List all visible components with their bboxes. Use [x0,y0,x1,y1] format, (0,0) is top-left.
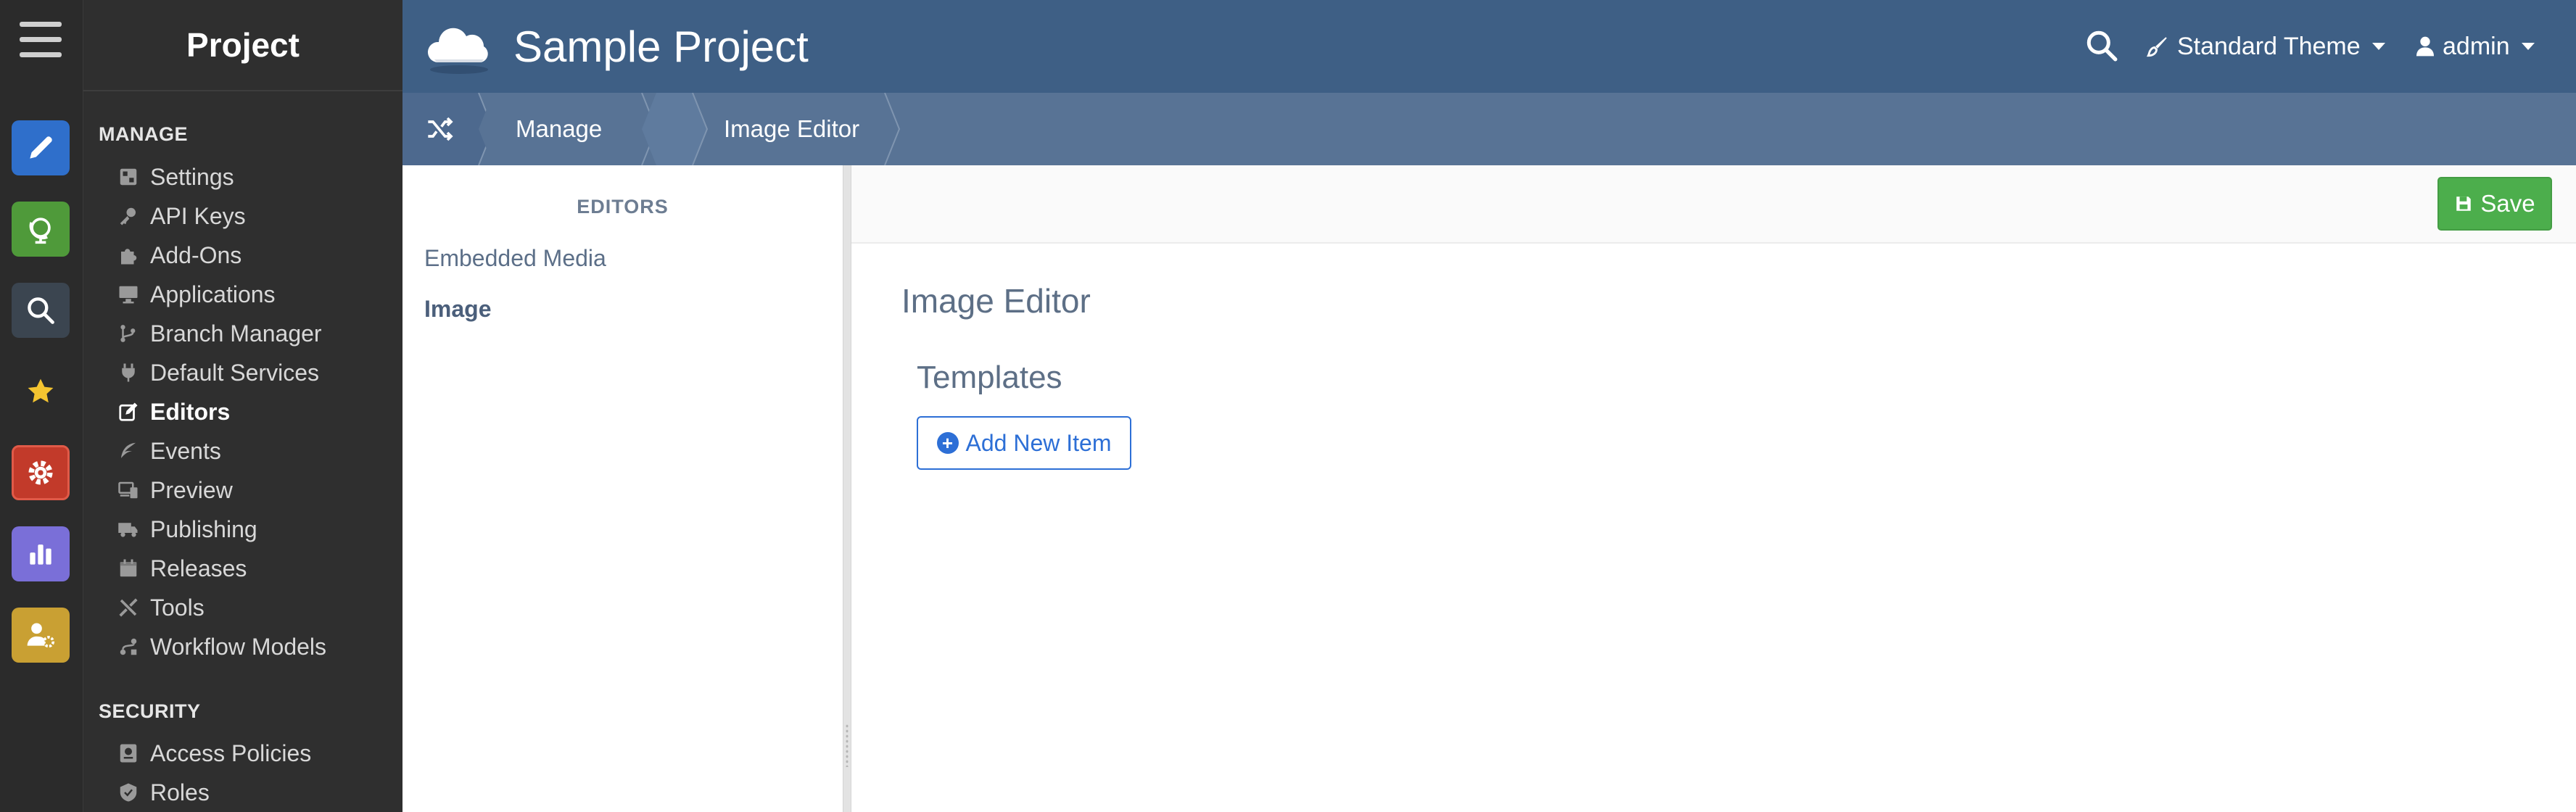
sidebar-item-label: Editors [150,398,231,425]
page-title: Image Editor [901,282,1091,320]
shuffle-icon[interactable] [426,115,455,144]
sidebar-title: Project [83,0,402,91]
section-heading-security: SECURITY [99,700,201,722]
sidebar-item-label: API Keys [150,202,246,229]
rail-editor-button[interactable] [12,120,70,175]
edit-icon [116,399,141,424]
breadcrumb-item-manage[interactable]: Manage [516,93,602,165]
app-rail [0,0,83,812]
sidebar-item-add-ons[interactable]: Add-Ons [116,236,242,275]
theme-label: Standard Theme [2177,32,2361,60]
sidebar-item-default-services[interactable]: Default Services [116,353,319,392]
section-heading-manage: MANAGE [99,123,188,145]
bar-chart-icon [30,544,51,565]
sidebar-item-api-keys[interactable]: API Keys [116,196,246,236]
save-button[interactable]: Save [2437,177,2552,231]
chevron-down-icon [2371,43,2385,50]
user-menu-dropdown[interactable]: admin [2414,0,2535,93]
sidebar-item-label: Add-Ons [150,241,242,268]
sidebar-item-label: Tools [150,594,205,621]
templates-heading: Templates [917,360,1062,395]
sidebar-item-label: Roles [150,779,210,805]
editors-heading: EDITORS [577,196,669,218]
editor-link-image[interactable]: Image [424,296,491,323]
sidebar-item-preview[interactable]: Preview [116,471,233,510]
breadcrumb: Manage Image Editor [402,93,2576,165]
user-icon [2416,36,2434,57]
main-content: Save Image Editor Templates + Add New It… [851,165,2576,812]
sidebar-item-events[interactable]: Events [116,431,221,471]
main-toolbar: Save [851,165,2576,244]
rail-settings-button[interactable] [12,445,70,500]
brush-icon [2146,37,2167,57]
sidebar-item-roles[interactable]: Roles [116,773,210,812]
truck-icon [116,517,141,542]
branch-icon [116,321,141,346]
breadcrumb-item-image-editor[interactable]: Image Editor [724,93,859,165]
calendar-icon [116,556,141,581]
editors-list-panel: EDITORS Embedded Media Image [402,165,843,812]
hamburger-menu-icon[interactable] [20,22,62,59]
save-button-label: Save [2480,190,2535,217]
user-gear-icon [27,623,55,648]
sidebar-item-label: Events [150,437,221,464]
rail-favorites-button[interactable] [12,364,70,419]
sidebar-item-releases[interactable]: Releases [116,549,247,588]
sidebar-item-label: Settings [150,163,234,190]
panel-resize-handle[interactable] [843,165,851,812]
globe-icon [29,218,51,244]
header-search-icon[interactable] [2084,28,2120,64]
grip-icon [845,724,849,767]
add-new-item-button[interactable]: + Add New Item [917,416,1131,470]
add-new-item-label: Add New Item [965,429,1112,456]
sidebar-item-publishing[interactable]: Publishing [116,510,257,549]
sidebar-item-branch-manager[interactable]: Branch Manager [116,314,322,353]
feather-icon [116,439,141,463]
cloud-logo-icon [427,28,488,74]
workflow-icon [116,634,141,659]
rail-dashboard-button[interactable] [12,526,70,581]
shield-icon [116,780,141,805]
sidebar-item-label: Default Services [150,359,319,386]
sidebar-item-label: Applications [150,281,276,307]
user-label: admin [2443,32,2510,60]
sidebar-item-label: Access Policies [150,740,312,766]
sidebar-item-label: Workflow Models [150,633,327,660]
sidebar-item-settings[interactable]: Settings [116,157,234,196]
plug-icon [116,360,141,385]
sidebar-item-access-policies[interactable]: Access Policies [116,734,311,773]
rail-admin-button[interactable] [12,608,70,663]
rail-search-button[interactable] [12,283,70,338]
sidebar-item-label: Preview [150,476,233,503]
plus-circle-icon: + [936,432,959,454]
search-icon [28,297,54,324]
puzzle-icon [116,243,141,268]
save-icon [2456,196,2472,211]
sidebar-item-label: Branch Manager [150,320,322,347]
sidebar-item-applications[interactable]: Applications [116,275,276,314]
monitor-icon [116,282,141,307]
sidebar-item-label: Publishing [150,515,257,542]
gear-icon [28,460,53,485]
devices-icon [116,478,141,502]
policy-icon [116,741,141,766]
theme-dropdown[interactable]: Standard Theme [2145,0,2385,93]
sidebar-item-label: Releases [150,555,247,581]
star-icon [28,378,54,403]
chevron-down-icon [2521,43,2535,50]
sidebar-item-editors[interactable]: Editors [116,392,230,431]
project-name[interactable]: Sample Project [513,0,809,93]
top-header: Sample Project Standard Theme admin [402,0,2576,93]
editor-link-embedded-media[interactable]: Embedded Media [424,245,606,272]
project-sidebar: Project MANAGE Settings API Keys Add-Ons… [83,0,402,812]
rail-sites-button[interactable] [12,202,70,257]
settings-icon [116,165,141,189]
key-icon [116,204,141,228]
tools-icon [116,595,141,620]
sidebar-item-tools[interactable]: Tools [116,588,205,627]
sidebar-item-workflow-models[interactable]: Workflow Models [116,627,326,666]
pencil-icon [30,136,52,159]
